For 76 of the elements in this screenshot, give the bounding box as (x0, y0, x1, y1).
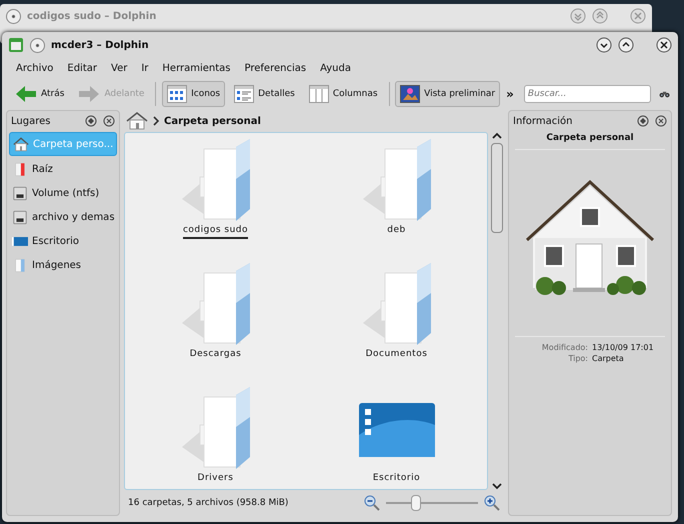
menu-button[interactable] (6, 8, 21, 24)
place-label: Carpeta perso... (33, 138, 114, 150)
file-item[interactable]: Descargas (125, 261, 306, 385)
file-name: Descargas (190, 349, 242, 361)
info-heading: Carpeta personal (515, 131, 665, 150)
file-item[interactable]: Escritorio (306, 385, 487, 489)
menu-item[interactable]: Ayuda (320, 62, 351, 74)
chevron-right-icon (152, 116, 160, 126)
zoom-out-icon[interactable] (364, 495, 380, 511)
picture-icon (400, 85, 420, 103)
settings-icon[interactable] (85, 115, 97, 127)
file-item[interactable]: codigos sudo (125, 137, 306, 261)
place-label: archivo y demas (32, 212, 115, 222)
close-icon[interactable] (655, 115, 667, 127)
window-title: codigos sudo – Dolphin (27, 10, 156, 22)
view-mode-tab[interactable]: Iconos (162, 81, 226, 107)
zoom-in-icon[interactable] (484, 495, 500, 511)
maximize-icon[interactable] (618, 37, 634, 53)
place-label: Raíz (32, 164, 53, 174)
place-label: Imágenes (32, 260, 82, 270)
scroll-thumb[interactable] (491, 143, 503, 233)
place-item[interactable]: Volume (ntfs) (9, 182, 117, 204)
view-mode-tab[interactable]: Detalles (229, 81, 300, 107)
back-button[interactable]: Atrás (10, 81, 70, 107)
status-text: 16 carpetas, 5 archivos (958.8 MiB) (128, 498, 288, 508)
icon-grid-icon (167, 85, 188, 103)
file-name: Documentos (366, 349, 428, 361)
scrollbar[interactable] (490, 132, 504, 490)
place-item[interactable]: Imágenes (9, 254, 117, 276)
house-icon (13, 136, 29, 152)
drive-icon (12, 186, 28, 200)
arrow-right-icon (78, 85, 100, 103)
minimize-icon[interactable] (596, 37, 612, 53)
zoom-slider[interactable] (386, 495, 478, 511)
arrow-left-icon (15, 85, 37, 103)
window-title: mcder3 – Dolphin (51, 40, 149, 50)
panel-title: Lugares (11, 116, 52, 126)
place-label: Escritorio (32, 236, 79, 246)
menu-button[interactable] (30, 38, 45, 52)
menu-item[interactable]: Ver (111, 62, 128, 74)
menu-item[interactable]: Preferencias (244, 62, 306, 74)
file-name: deb (387, 225, 406, 237)
preview-toggle-button[interactable]: Vista preliminar (395, 81, 500, 107)
menu-item[interactable]: Archivo (16, 62, 54, 74)
file-item[interactable]: Documentos (306, 261, 487, 385)
file-item[interactable]: deb (306, 137, 487, 261)
menu-item[interactable]: Ir (141, 62, 148, 74)
breadcrumb-item[interactable]: Carpeta personal (164, 116, 261, 126)
place-item[interactable]: archivo y demas (9, 206, 117, 228)
search-field[interactable]: Buscar... (524, 85, 651, 103)
file-name: Escritorio (372, 473, 420, 485)
place-item[interactable]: Raíz (9, 158, 117, 180)
list-icon (234, 85, 254, 103)
close-icon[interactable] (103, 115, 115, 127)
menu-item[interactable]: Editar (67, 62, 97, 74)
view-mode-tab[interactable]: Columnas (304, 81, 383, 107)
settings-icon[interactable] (637, 115, 649, 127)
overflow-button[interactable]: » (506, 87, 514, 101)
file-name: Drivers (198, 473, 234, 485)
close-icon[interactable] (656, 37, 672, 53)
house-icon[interactable] (126, 112, 148, 130)
chevron-up-icon[interactable] (492, 132, 502, 140)
file-name: codigos sudo (182, 225, 248, 239)
panel-title: Información (513, 116, 574, 126)
field-label: Modificado: (540, 343, 588, 352)
field-value: 13/10/09 17:01 (592, 343, 655, 352)
field-label: Tipo: (567, 354, 588, 363)
chevron-down-icon[interactable] (492, 482, 502, 490)
file-item[interactable]: Drivers (125, 385, 306, 489)
menu-item[interactable]: Herramientas (162, 62, 231, 74)
drive-icon (12, 210, 28, 224)
slider-thumb[interactable] (411, 495, 422, 511)
place-label: Volume (ntfs) (32, 188, 100, 198)
field-value: Carpeta (592, 354, 625, 363)
columns-icon (308, 85, 329, 103)
place-item[interactable]: Escritorio (9, 230, 117, 252)
